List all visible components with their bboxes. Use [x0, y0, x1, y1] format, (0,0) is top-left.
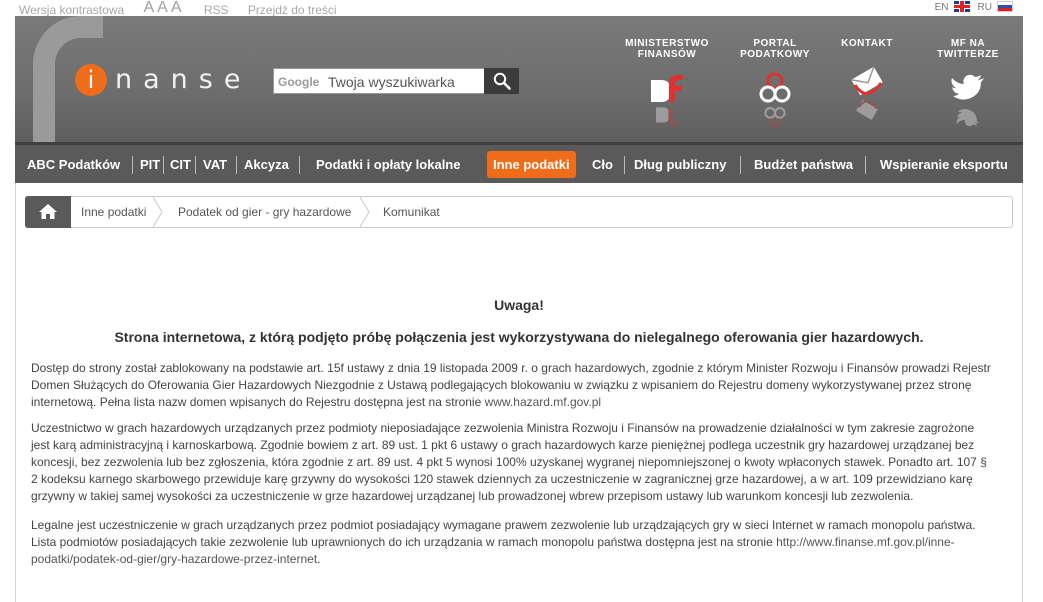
ru-flag-icon[interactable]	[997, 1, 1013, 12]
legal-operators-link[interactable]: http://www.finanse.mf.gov.pl/inne-	[776, 535, 955, 549]
portal-rings-icon	[752, 68, 798, 128]
nav-item-abc-podatkow[interactable]: ABC Podatków	[27, 151, 120, 178]
nav-separator	[163, 156, 164, 174]
lang-ru-link[interactable]: RU	[978, 2, 992, 13]
paragraph-line: Lista podmiotów posiadających takie zezw…	[31, 535, 777, 549]
paragraph-line: grzywny w takiej samej wysokości za ucze…	[31, 489, 914, 503]
nav-separator	[740, 156, 741, 174]
skip-to-content-link[interactable]: Przejdź do treści	[248, 3, 337, 17]
tax-portal-link-line2: PODATKOWY	[740, 49, 810, 60]
envelope-icon	[844, 61, 890, 121]
paragraph-line: koncesji, bez zezwolenia lub bez zgłosze…	[31, 455, 987, 469]
font-size-switcher[interactable]: AAA	[144, 0, 185, 16]
nav-item-budzet-panstwa[interactable]: Budżet państwa	[754, 151, 853, 178]
contact-link[interactable]: KONTAKT	[822, 38, 912, 121]
rss-link[interactable]: RSS	[204, 3, 229, 17]
paragraph-line: internetową. Pełna lista nazw domen wpis…	[31, 395, 485, 409]
ministry-link-line1: MINISTERSTWO	[625, 38, 709, 49]
nav-separator	[236, 156, 237, 174]
warning-title: Uwaga!	[494, 297, 544, 313]
main-navigation: ABC Podatków PIT CIT VAT Akcyza Podatki …	[15, 142, 1023, 183]
paragraph-line: Dostęp do strony został zablokowany na p…	[31, 361, 991, 375]
paragraph-line: 2 kodeksu karnego skarbowego przewiduje …	[31, 472, 973, 486]
paragraph-line: Uczestnictwo w grach hazardowych urządza…	[31, 421, 975, 435]
nav-separator	[195, 156, 196, 174]
breadcrumb-item-inne-podatki[interactable]: Inne podatki	[81, 197, 146, 227]
paragraph-end: .	[317, 552, 321, 566]
nav-separator	[624, 156, 625, 174]
home-icon	[39, 204, 57, 219]
contrast-version-link[interactable]: Wersja kontrastowa	[19, 3, 124, 17]
top-utility-bar: Wersja kontrastowa AAA RSS Przejdź do tr…	[0, 0, 1043, 17]
twitter-link-line1: MF NA	[950, 38, 986, 49]
logo-text: nanse	[115, 64, 252, 95]
nav-item-akcyza[interactable]: Akcyza	[244, 151, 289, 178]
search-input[interactable]: Google Twoja wyszukiwarka	[273, 68, 518, 94]
uk-flag-icon[interactable]	[953, 1, 970, 12]
tax-portal-link[interactable]: PORTAL PODATKOWY	[730, 38, 820, 128]
search-icon	[493, 72, 511, 90]
mf-logo-icon	[644, 68, 690, 128]
nav-item-vat[interactable]: VAT	[203, 151, 227, 178]
nav-separator	[132, 156, 133, 174]
paragraph-penalties: Uczestnictwo w grach hazardowych urządza…	[31, 420, 1001, 505]
ministry-link[interactable]: MINISTERSTWO FINANSÓW	[622, 38, 712, 128]
lang-en-link[interactable]: EN	[935, 2, 949, 13]
legal-operators-link-continued[interactable]: podatki/podatek-od-gier/gry-hazardowe-pr…	[31, 552, 317, 566]
paragraph-line: Legalne jest uczestniczenie w grach urzą…	[31, 518, 976, 532]
paragraph-legal-operators: Legalne jest uczestniczenie w grach urzą…	[31, 517, 1001, 568]
breadcrumb-home[interactable]	[25, 196, 71, 228]
search-brand: Google	[278, 75, 320, 89]
paragraph-blocked-info: Dostęp do strony został zablokowany na p…	[31, 360, 1001, 411]
breadcrumb-chevron-icon	[153, 197, 163, 227]
paragraph-line: jest karą administracyjną i karnoskarbow…	[31, 438, 975, 452]
breadcrumb-chevron-icon	[360, 197, 370, 227]
breadcrumb-item-podatek-od-gier[interactable]: Podatek od gier - gry hazardowe	[178, 197, 351, 227]
breadcrumb: Inne podatki Podatek od gier - gry hazar…	[25, 196, 1013, 228]
nav-item-pit[interactable]: PIT	[140, 151, 160, 178]
logo-i-circle: i	[75, 64, 107, 96]
search-placeholder: Twoja wyszukiwarka	[328, 74, 455, 90]
search-button[interactable]	[484, 68, 519, 94]
nav-item-inne-podatki[interactable]: Inne podatki	[487, 151, 576, 178]
twitter-link-line2: TWITTERZE	[937, 49, 999, 60]
paragraph-line: Domen Służących do Oferowania Gier Hazar…	[31, 378, 972, 392]
contact-link-label: KONTAKT	[841, 38, 893, 49]
twitter-link[interactable]: MF NA TWITTERZE	[923, 38, 1013, 128]
breadcrumb-item-komunikat: Komunikat	[383, 205, 440, 219]
nav-item-podatki-lokalne[interactable]: Podatki i opłaty lokalne	[316, 151, 460, 178]
nav-item-dlug-publiczny[interactable]: Dług publiczny	[634, 151, 726, 178]
twitter-bird-icon	[945, 68, 991, 128]
tax-portal-link-line1: PORTAL	[753, 38, 797, 49]
hazard-register-link[interactable]: www.hazard.mf.gov.pl	[485, 395, 602, 409]
site-header: i nanse Google Twoja wyszukiwarka MINIST…	[15, 16, 1023, 142]
ministry-link-line2: FINANSÓW	[637, 49, 697, 60]
warning-headline: Strona internetowa, z którą podjęto prób…	[114, 329, 924, 345]
nav-separator	[865, 156, 866, 174]
nav-item-clo[interactable]: Cło	[592, 151, 613, 178]
nav-separator	[299, 156, 300, 174]
nav-item-cit[interactable]: CIT	[170, 151, 191, 178]
nav-item-wspieranie-eksportu[interactable]: Wspieranie eksportu	[880, 151, 1008, 178]
